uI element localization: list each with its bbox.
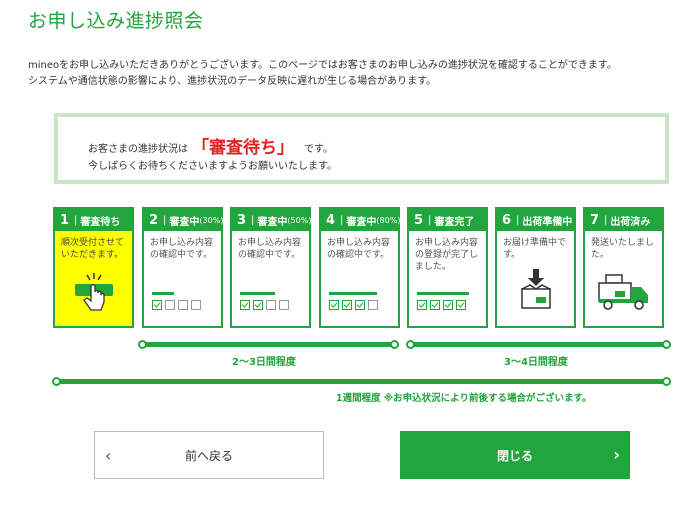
step-percent: (30%) xyxy=(199,215,224,225)
hand-pointer-icon xyxy=(55,271,132,313)
truck-icon xyxy=(585,273,662,311)
timeline-end-dot xyxy=(662,340,671,349)
step-description: 発送いたしました。 xyxy=(591,238,655,260)
step-number: 4 xyxy=(326,212,336,228)
step-7: 7 | 出荷済み 発送いたしました。 xyxy=(583,207,664,328)
back-button-label: 前へ戻る xyxy=(184,448,233,463)
step-header: 1 | 審査待ち xyxy=(55,209,132,231)
box-icon xyxy=(497,267,574,311)
timeline-bar xyxy=(54,379,670,384)
step-header: 2 | 審査中 (30%) xyxy=(144,209,224,231)
step-number: 5 xyxy=(414,212,424,228)
step-progress xyxy=(329,292,378,310)
check-box-icon xyxy=(430,300,440,310)
timeline-bar xyxy=(140,342,398,347)
step-label: 審査待ち xyxy=(80,216,121,228)
total-period-label: 1週間程度 ※お申込状況により前後する場合がございます。 xyxy=(336,393,592,404)
step-4: 4 | 審査中 (80%) お申し込み内容の確認中です。 xyxy=(319,207,400,328)
check-box-icon xyxy=(240,300,250,310)
empty-box-icon xyxy=(368,300,378,310)
intro-line-1: mineoをお申し込みいただきありがとうございます。このページではお客さまのお申… xyxy=(28,60,617,71)
timeline-start-dot xyxy=(138,340,147,349)
step-1: 1 | 審査待ち 順次受付させていただきます。 xyxy=(53,207,134,328)
step-label: 審査完了 xyxy=(434,216,475,228)
step-3: 3 | 審査中 (50%) お申し込み内容の確認中です。 xyxy=(230,207,311,328)
timeline-bar xyxy=(408,342,670,347)
step-6: 6 | 出荷準備中 お届け準備中です。 xyxy=(495,207,576,328)
check-box-icon xyxy=(342,300,352,310)
step-label: 出荷準備中 xyxy=(522,216,573,228)
step-2: 2 | 審査中 (30%) お申し込み内容の確認中です。 xyxy=(142,207,223,328)
step-header: 5 | 審査完了 xyxy=(409,209,486,231)
empty-box-icon xyxy=(165,300,175,310)
check-box-icon xyxy=(152,300,162,310)
timeline-start-dot xyxy=(406,340,415,349)
page-title: お申し込み進捗照会 xyxy=(28,10,204,32)
progress-bar xyxy=(240,292,275,295)
empty-box-icon xyxy=(266,300,276,310)
status-message: 今しばらくお待ちくださいますようお願いいたします。 xyxy=(88,161,337,172)
step-description: お申し込み内容の確認中です。 xyxy=(238,238,302,260)
progress-steps: 1 | 審査待ち 順次受付させていただきます。 2 | 審査中 (30%) お申… xyxy=(53,207,670,328)
timeline-end-dot xyxy=(662,377,671,386)
progress-bar xyxy=(152,292,174,295)
step-header: 6 | 出荷準備中 xyxy=(497,209,574,231)
review-period-label: 2〜3日間程度 xyxy=(232,357,296,368)
close-button[interactable]: 閉じる › xyxy=(400,431,630,479)
status-panel: お客さまの進捗状況は 「審査待ち」 です。 今しばらくお待ちくださいますようお願… xyxy=(54,113,669,184)
step-5: 5 | 審査完了 お申し込み内容の登録が完了しました。 xyxy=(407,207,488,328)
step-progress xyxy=(152,292,201,310)
step-label: 審査中 xyxy=(257,216,288,228)
step-percent: (50%) xyxy=(287,215,312,225)
step-number: 3 xyxy=(237,212,247,228)
status-value: 「審査待ち」 xyxy=(192,138,294,158)
step-number: 6 xyxy=(502,212,512,228)
step-progress xyxy=(240,292,289,310)
empty-box-icon xyxy=(178,300,188,310)
step-number: 1 xyxy=(60,212,70,228)
check-box-icon xyxy=(253,300,263,310)
intro-text: mineoをお申し込みいただきありがとうございます。このページではお客さまのお申… xyxy=(28,58,617,90)
step-progress xyxy=(417,292,469,310)
close-button-label: 閉じる xyxy=(496,448,533,463)
back-button[interactable]: ‹ 前へ戻る xyxy=(94,431,324,479)
step-header: 7 | 出荷済み xyxy=(585,209,662,231)
timeline-end-dot xyxy=(390,340,399,349)
status-suffix: です。 xyxy=(304,144,333,155)
shipping-period-label: 3〜4日間程度 xyxy=(504,357,568,368)
step-description: お申し込み内容の確認中です。 xyxy=(150,238,214,260)
check-box-icon xyxy=(417,300,427,310)
step-description: お申し込み内容の確認中です。 xyxy=(327,238,391,260)
chevron-left-icon: ‹ xyxy=(105,446,112,465)
intro-line-2: システムや通信状態の影響により、進捗状況のデータ反映に遅れが生じる場合があります… xyxy=(28,76,437,87)
check-box-icon xyxy=(456,300,466,310)
step-header: 3 | 審査中 (50%) xyxy=(232,209,312,231)
step-header: 4 | 審査中 (80%) xyxy=(321,209,401,231)
step-description: お申し込み内容の登録が完了しました。 xyxy=(415,238,479,272)
empty-box-icon xyxy=(279,300,289,310)
timeline-start-dot xyxy=(52,377,61,386)
check-box-icon xyxy=(329,300,339,310)
step-number: 7 xyxy=(590,212,600,228)
check-box-icon xyxy=(355,300,365,310)
empty-box-icon xyxy=(191,300,201,310)
chevron-right-icon: › xyxy=(613,445,620,464)
step-percent: (80%) xyxy=(376,215,401,225)
progress-bar xyxy=(329,292,377,295)
progress-bar xyxy=(417,292,469,295)
status-prefix: お客さまの進捗状況は xyxy=(88,144,188,155)
step-label: 出荷済み xyxy=(610,216,651,228)
check-box-icon xyxy=(443,300,453,310)
step-label: 審査中 xyxy=(346,216,377,228)
step-number: 2 xyxy=(149,212,159,228)
step-label: 審査中 xyxy=(169,216,200,228)
